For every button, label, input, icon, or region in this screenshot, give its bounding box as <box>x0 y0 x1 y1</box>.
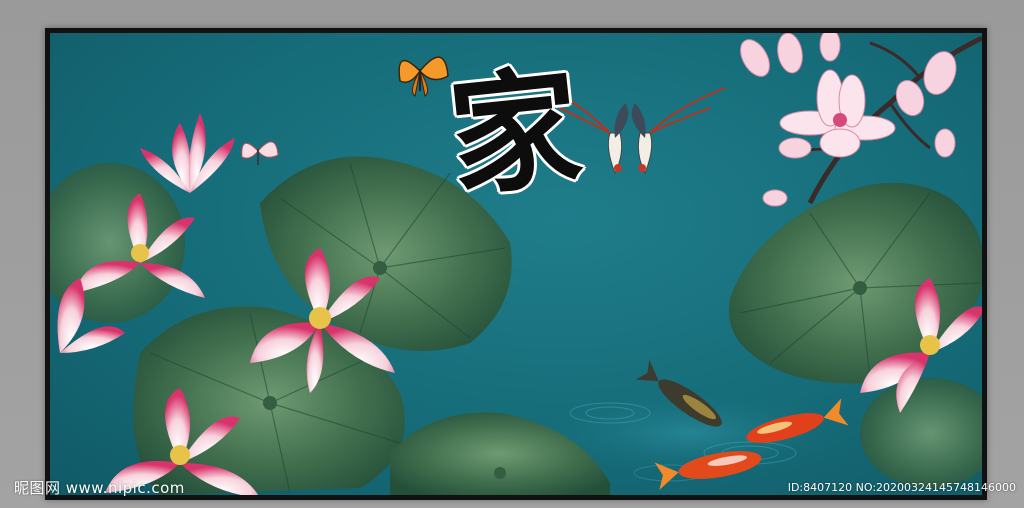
watermark-site: 昵图网 www.nipic.com <box>14 479 185 497</box>
magnolia-branch <box>740 33 982 207</box>
painting-canvas: 家 <box>50 33 982 495</box>
butterfly-pink <box>241 141 279 165</box>
swallow-right <box>631 87 726 175</box>
watermark-id: ID:8407120 NO:20200324145748146000 <box>787 481 1016 494</box>
calligraphy-character: 家 <box>442 49 588 216</box>
lotus-leaf-right-bottom <box>860 378 982 488</box>
lotus-leaf-right <box>728 182 982 384</box>
